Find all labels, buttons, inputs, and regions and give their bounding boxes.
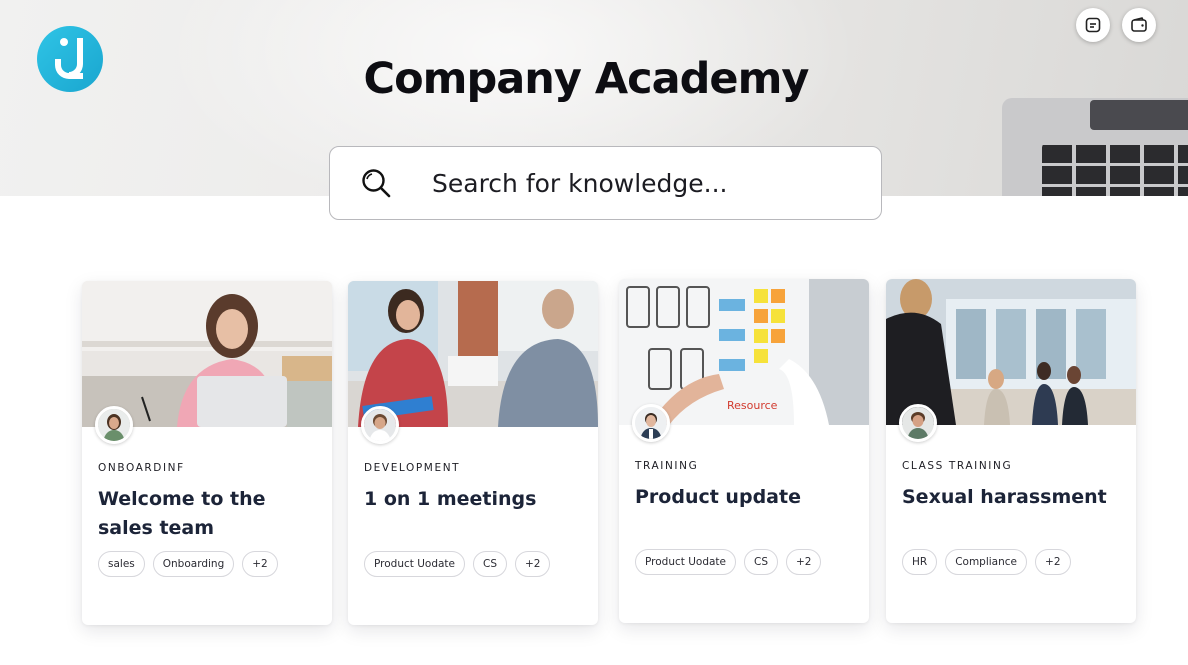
tag-more[interactable]: +2 [1035, 549, 1071, 575]
course-image [82, 281, 332, 427]
tag[interactable]: Product Uodate [635, 549, 736, 575]
tag[interactable]: Compliance [945, 549, 1028, 575]
card-title: Product update [635, 486, 801, 508]
tag-list: HR Compliance +2 [902, 549, 1071, 575]
tag-list: Product Uodate CS +2 [364, 551, 551, 577]
card-category: ONBOARDINF [98, 462, 185, 474]
course-card[interactable]: CLASS TRAINING Sexual harassment HR Comp… [886, 279, 1136, 623]
tag-list: sales Onboarding +2 [98, 551, 278, 577]
tag[interactable]: Product Uodate [364, 551, 465, 577]
course-card[interactable]: ONBOARDINF Welcome to the sales team sal… [82, 281, 332, 625]
search-icon [362, 169, 391, 198]
author-avatar [361, 406, 399, 444]
tag[interactable]: HR [902, 549, 938, 575]
card-category: TRAINING [635, 460, 699, 472]
notes-icon [1085, 17, 1101, 33]
course-image: Resource [619, 279, 869, 425]
tag-more[interactable]: +2 [242, 551, 278, 577]
search-bar[interactable] [329, 146, 882, 220]
tag[interactable]: Onboarding [152, 551, 235, 577]
course-card[interactable]: DEVELOPMENT 1 on 1 meetings Product Uoda… [348, 281, 598, 625]
wallet-icon [1131, 17, 1147, 32]
card-title: 1 on 1 meetings [364, 488, 537, 510]
card-category: DEVELOPMENT [364, 462, 461, 474]
card-category: CLASS TRAINING [902, 460, 1013, 472]
svg-text:Resource: Resource [727, 399, 778, 412]
card-title: Sexual harassment [902, 486, 1107, 508]
author-avatar [899, 404, 937, 442]
author-avatar [95, 406, 133, 444]
wallet-button[interactable] [1122, 8, 1156, 42]
course-image [348, 281, 598, 427]
tag[interactable]: CS [473, 551, 507, 577]
tag-more[interactable]: +2 [515, 551, 551, 577]
page-title: Company Academy [363, 54, 810, 104]
tag[interactable]: CS [744, 549, 778, 575]
tag-list: Product Uodate CS +2 [635, 549, 822, 575]
laptop-photo [1002, 98, 1188, 196]
search-input[interactable] [432, 168, 832, 198]
author-avatar [632, 404, 670, 442]
course-card[interactable]: Resource TRAINING Product update Product… [619, 279, 869, 623]
course-image [886, 279, 1136, 425]
notes-button[interactable] [1076, 8, 1110, 42]
card-title: Welcome to the sales team [98, 488, 266, 539]
tag-more[interactable]: +2 [786, 549, 822, 575]
tag[interactable]: sales [98, 551, 145, 577]
